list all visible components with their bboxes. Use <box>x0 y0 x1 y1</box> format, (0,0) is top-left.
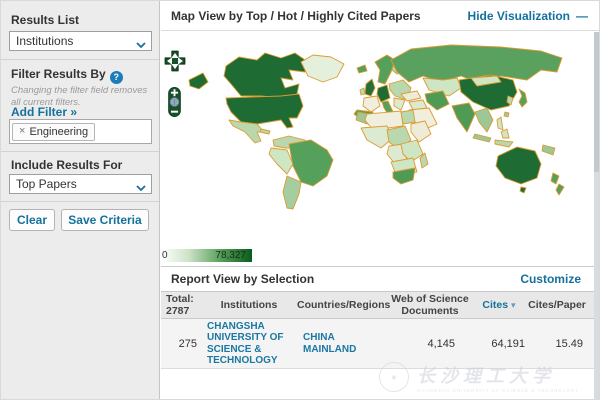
world-map[interactable] <box>161 32 595 265</box>
clear-button[interactable]: Clear <box>9 209 55 231</box>
map-region-southeast-asia[interactable] <box>475 108 493 132</box>
map-zoom-control[interactable] <box>168 87 181 117</box>
map-region-russia[interactable] <box>391 45 562 82</box>
include-results-selected: Top Papers <box>16 177 77 191</box>
sidebar-divider <box>1 201 159 202</box>
column-countries-regions: Countries/Regions <box>297 299 389 311</box>
minimize-icon: — <box>576 9 587 23</box>
map-color-legend: 0 78,327 <box>161 249 252 262</box>
visualization-title: Map View by Top / Hot / Highly Cited Pap… <box>171 9 421 23</box>
table-row: 275 CHANGSHA UNIVERSITY OF SCIENCE & TEC… <box>161 319 595 369</box>
app-window: Results List Institutions Filter Results… <box>0 0 600 400</box>
map-region-france[interactable] <box>363 96 380 112</box>
chevron-down-icon <box>136 38 146 52</box>
sort-down-icon: ▾ <box>511 300 516 310</box>
map-region-tasmania[interactable] <box>520 187 526 193</box>
filter-tags-box[interactable]: × Engineering <box>9 119 152 144</box>
map-region-australia[interactable] <box>496 147 541 184</box>
map-region-canada[interactable] <box>224 53 308 98</box>
map-region-indonesia[interactable] <box>495 140 513 147</box>
sidebar-divider <box>1 151 159 152</box>
world-map-container: 0 78,327 <box>161 32 595 265</box>
map-region-india[interactable] <box>452 103 475 132</box>
map-region-malaysia[interactable] <box>473 134 491 142</box>
column-cites-per-paper: Cites/Paper <box>527 299 595 311</box>
scrollbar-track[interactable] <box>594 32 599 400</box>
include-results-select[interactable]: Top Papers <box>9 174 152 194</box>
column-wos-documents: Web of Science Documents <box>389 293 471 317</box>
row-count: 275 <box>161 338 201 350</box>
sidebar-divider <box>1 59 159 60</box>
hide-visualization-link[interactable]: Hide Visualization — <box>468 9 587 23</box>
map-region-cuba[interactable] <box>260 129 270 134</box>
chevron-down-icon <box>136 181 146 195</box>
map-region-balkans[interactable] <box>394 98 405 110</box>
map-region-brazil[interactable] <box>289 140 333 186</box>
map-region-taiwan[interactable] <box>504 112 509 117</box>
row-cites-per-paper: 15.49 <box>527 338 595 350</box>
country-link[interactable]: CHINA MAINLAND <box>297 332 389 355</box>
map-region-iceland[interactable] <box>357 65 367 73</box>
map-region-new-zealand-north[interactable] <box>551 173 559 184</box>
column-cites-sort[interactable]: Cites ▾ <box>471 299 527 311</box>
add-filter-link[interactable]: Add Filter » <box>11 105 77 119</box>
institution-link[interactable]: CHANGSHA UNIVERSITY OF SCIENCE & TECHNOL… <box>201 321 297 367</box>
main-panel: Map View by Top / Hot / Highly Cited Pap… <box>161 1 600 400</box>
map-region-philippines[interactable] <box>497 117 503 130</box>
remove-tag-icon[interactable]: × <box>19 126 25 137</box>
legend-min-value: 0 <box>162 250 168 261</box>
zoom-out-icon <box>171 111 178 113</box>
map-region-peru[interactable] <box>269 148 293 174</box>
map-region-germany[interactable] <box>377 85 390 102</box>
report-title: Report View by Selection <box>171 272 314 286</box>
map-pan-control[interactable] <box>164 49 186 73</box>
results-table-header: Total: 2787 Institutions Countries/Regio… <box>161 291 595 319</box>
row-cites: 64,191 <box>471 338 527 350</box>
map-region-borneo[interactable] <box>501 129 509 138</box>
map-region-new-zealand-south[interactable] <box>556 184 564 195</box>
report-header: Report View by Selection Customize <box>161 266 595 291</box>
map-region-ireland[interactable] <box>360 88 365 95</box>
results-list-select[interactable]: Institutions <box>9 31 152 51</box>
save-criteria-button[interactable]: Save Criteria <box>61 209 149 231</box>
map-region-japan[interactable] <box>519 89 527 107</box>
filter-results-label: Filter Results By? <box>11 67 123 84</box>
map-region-greenland[interactable] <box>301 55 344 82</box>
legend-max-value: 78,327 <box>215 250 246 261</box>
map-region-papua-new-guinea[interactable] <box>542 145 555 155</box>
filter-sidebar: Results List Institutions Filter Results… <box>1 1 160 400</box>
row-wos-documents: 4,145 <box>389 338 471 350</box>
filter-tag-engineering[interactable]: × Engineering <box>12 123 95 141</box>
visualization-header: Map View by Top / Hot / Highly Cited Pap… <box>161 1 600 31</box>
include-results-label: Include Results For <box>11 158 122 172</box>
column-total: Total: 2787 <box>161 293 201 317</box>
help-icon[interactable]: ? <box>110 71 123 84</box>
results-list-selected: Institutions <box>16 34 73 48</box>
filter-tag-label: Engineering <box>29 126 88 138</box>
scrollbar-thumb[interactable] <box>594 32 599 172</box>
customize-link[interactable]: Customize <box>520 272 581 286</box>
results-list-label: Results List <box>11 13 79 27</box>
map-region-egypt[interactable] <box>401 110 415 124</box>
map-region-uk[interactable] <box>365 79 375 96</box>
map-region-argentina[interactable] <box>283 176 301 209</box>
column-institutions: Institutions <box>201 299 297 311</box>
map-region-alaska[interactable] <box>189 73 208 89</box>
